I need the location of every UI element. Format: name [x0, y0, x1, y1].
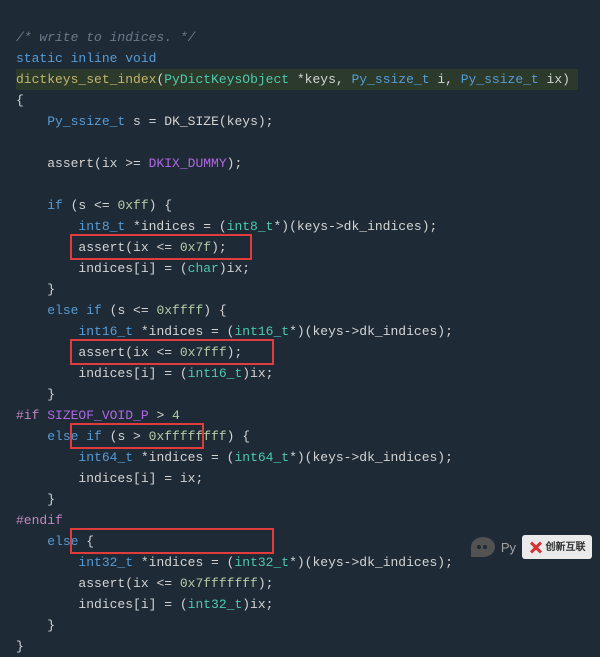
kw-void: void	[125, 51, 156, 66]
watermark: Py 创新互联	[471, 535, 592, 559]
brand-text: 创新互联	[546, 537, 586, 558]
preproc-if: #if	[16, 408, 47, 423]
assign-line-3: indices[i] = ix;	[78, 471, 203, 486]
kw-static: static	[16, 51, 71, 66]
comment-line: /* write to indices. */	[16, 30, 195, 45]
x-icon	[529, 540, 543, 554]
brace: {	[16, 93, 24, 108]
preproc-endif: #endif	[16, 513, 63, 528]
func-decl-line: dictkeys_set_index(PyDictKeysObject *key…	[16, 69, 578, 90]
assign-line-4: indices[i] = (	[78, 597, 187, 612]
wechat-icon	[471, 537, 495, 557]
brand-logo: 创新互联	[522, 535, 592, 559]
kw-inline: inline	[71, 51, 126, 66]
assign-line-2: indices[i] = (	[78, 366, 187, 381]
assign-line-1: indices[i] = (	[78, 261, 187, 276]
func-name: dictkeys_set_index	[16, 72, 156, 87]
watermark-prefix: Py	[501, 537, 516, 558]
